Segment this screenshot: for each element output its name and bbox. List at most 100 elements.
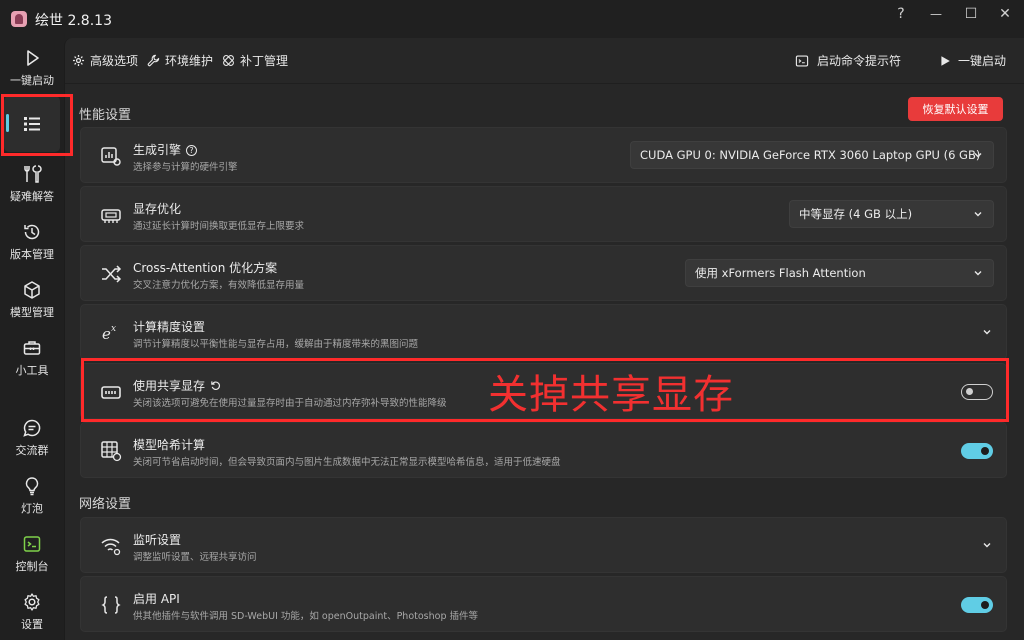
toolbox-icon <box>23 341 41 355</box>
sidebar-item-label: 小工具 <box>15 364 49 377</box>
engine-select[interactable]: CUDA GPU 0: NVIDIA GeForce RTX 3060 Lapt… <box>630 141 994 169</box>
vram-setting-card: 显存优化 通过延长计算时间换取更低显存上限要求 中等显存 (4 GB 以上) <box>80 186 1007 242</box>
chat-icon <box>23 419 41 437</box>
reset-defaults-button[interactable]: 恢复默认设置 <box>908 97 1003 121</box>
sidebar-item-label: 版本管理 <box>10 248 54 261</box>
sidebar-item-community[interactable]: 交流群 <box>0 408 64 462</box>
one-click-launch-button[interactable]: 一键启动 <box>939 52 1006 69</box>
precision-title: 计算精度设置 <box>133 320 206 334</box>
wrench-icon <box>147 54 160 67</box>
sidebar-item-label: 交流群 <box>15 444 49 457</box>
svg-text:e: e <box>102 325 111 343</box>
performance-section-title: 性能设置 <box>79 108 132 123</box>
cross-attention-desc: 交叉注意力优化方案，有效降低显存用量 <box>133 280 305 291</box>
model-hash-toggle[interactable] <box>961 443 993 459</box>
history-icon <box>24 224 40 240</box>
listen-desc: 调整监听设置、远程共享访问 <box>133 552 257 563</box>
play-icon <box>27 50 39 66</box>
precision-card[interactable]: ex 计算精度设置 调节计算精度以平衡性能与显存占用，缓解由于精度带来的黑图问题 <box>80 304 1007 360</box>
api-card: 启用 API 供其他插件与软件调用 SD-WebUI 功能，如 openOutp… <box>80 576 1007 632</box>
tools-icon <box>24 165 42 183</box>
close-button[interactable]: ✕ <box>988 0 1022 28</box>
cross-attention-select-value: 使用 xFormers Flash Attention <box>695 266 866 280</box>
highlight-box-sidebar <box>1 94 73 156</box>
toggle-knob <box>981 601 989 609</box>
network-section-title: 网络设置 <box>79 497 132 512</box>
api-desc: 供其他插件与软件调用 SD-WebUI 功能，如 openOutpaint、Ph… <box>133 611 479 622</box>
sidebar-item-label: 一键启动 <box>10 74 54 87</box>
sidebar-item-version[interactable]: 版本管理 <box>0 212 64 266</box>
cross-attention-card: Cross-Attention 优化方案 交叉注意力优化方案，有效降低显存用量 … <box>80 245 1007 301</box>
svg-text:x: x <box>111 324 116 334</box>
vram-desc: 通过延长计算时间换取更低显存上限要求 <box>133 221 305 232</box>
sidebar-item-label: 模型管理 <box>10 306 54 319</box>
annotation-text: 关掉共享显存 <box>488 372 734 418</box>
cube-icon <box>24 281 40 299</box>
cmd-prompt-button[interactable]: 启动命令提示符 <box>795 52 901 69</box>
main-content: 高级选项 环境维护 补丁管理 启动命令提示符 一键启动 性能设置 恢复默认设置 … <box>64 38 1024 640</box>
terminal-icon <box>795 55 809 66</box>
one-click-label: 一键启动 <box>958 54 1007 68</box>
model-hash-title: 模型哈希计算 <box>133 438 206 452</box>
sidebar-item-console[interactable]: 控制台 <box>0 524 64 578</box>
model-hash-desc: 关闭可节省启动时间，但会导致页面内与图片生成数据中无法正常显示模型哈希信息，适用… <box>133 457 561 468</box>
bandage-icon <box>223 55 234 66</box>
title-bar: 绘世 2.8.13 ? — ☐ ✕ <box>0 0 1024 38</box>
gear-icon <box>72 54 85 67</box>
table-hash-icon <box>101 441 122 462</box>
tab-environment[interactable]: 环境维护 <box>147 52 213 69</box>
tab-label: 高级选项 <box>90 54 139 68</box>
tab-label: 环境维护 <box>165 54 214 68</box>
braces-icon <box>101 596 121 614</box>
cross-attention-title: Cross-Attention 优化方案 <box>133 261 278 275</box>
chevron-down-icon <box>974 153 982 158</box>
gear-icon <box>24 593 40 611</box>
chevron-down-icon <box>974 271 982 276</box>
sidebar-item-label: 疑难解答 <box>10 190 54 203</box>
terminal-icon <box>23 536 41 552</box>
toggle-knob <box>981 447 989 455</box>
sidebar-item-label: 设置 <box>21 618 43 631</box>
engine-setting-card: 生成引擎? 选择参与计算的硬件引擎 CUDA GPU 0: NVIDIA GeF… <box>80 127 1007 183</box>
memory-chip-icon <box>101 209 121 223</box>
precision-desc: 调节计算精度以平衡性能与显存占用，缓解由于精度带来的黑图问题 <box>133 339 419 350</box>
shuffle-icon <box>102 265 122 283</box>
cross-attention-select[interactable]: 使用 xFormers Flash Attention <box>685 259 994 287</box>
sidebar-item-label: 灯泡 <box>21 502 43 515</box>
api-title: 启用 API <box>133 592 180 606</box>
chart-chip-icon <box>101 147 121 166</box>
sidebar-item-troubleshoot[interactable]: 疑难解答 <box>0 154 64 208</box>
sidebar-item-launch[interactable]: 一键启动 <box>0 38 64 92</box>
vram-select[interactable]: 中等显存 (4 GB 以上) <box>789 200 994 228</box>
tab-patch[interactable]: 补丁管理 <box>222 52 288 69</box>
listen-settings-card[interactable]: 监听设置 调整监听设置、远程共享访问 <box>80 517 1007 573</box>
listen-title: 监听设置 <box>133 533 182 547</box>
sidebar-item-bulb[interactable]: 灯泡 <box>0 466 64 520</box>
engine-title: 生成引擎? <box>133 141 198 158</box>
lightbulb-icon <box>25 477 39 496</box>
chevron-down-icon[interactable] <box>982 327 992 337</box>
api-toggle[interactable] <box>961 597 993 613</box>
minimize-button[interactable]: — <box>919 0 953 28</box>
sidebar-item-tools[interactable]: 小工具 <box>0 328 64 382</box>
vram-title: 显存优化 <box>133 202 182 216</box>
model-hash-card: 模型哈希计算 关闭可节省启动时间，但会导致页面内与图片生成数据中无法正常显示模型… <box>80 422 1007 478</box>
sidebar-item-models[interactable]: 模型管理 <box>0 270 64 324</box>
play-icon <box>941 55 950 66</box>
cmd-prompt-label: 启动命令提示符 <box>817 54 902 68</box>
app-logo <box>11 11 27 27</box>
engine-desc: 选择参与计算的硬件引擎 <box>133 162 238 173</box>
help-circle-icon[interactable]: ? <box>186 145 198 156</box>
vram-select-value: 中等显存 (4 GB 以上) <box>799 207 913 221</box>
tab-advanced[interactable]: 高级选项 <box>72 52 138 69</box>
tab-bar: 高级选项 环境维护 补丁管理 启动命令提示符 一键启动 <box>65 38 1024 84</box>
maximize-button[interactable]: ☐ <box>954 0 988 28</box>
chevron-down-icon[interactable] <box>982 540 992 550</box>
sidebar-item-settings[interactable]: 设置 <box>0 582 64 636</box>
engine-select-value: CUDA GPU 0: NVIDIA GeForce RTX 3060 Lapt… <box>640 148 981 162</box>
help-button[interactable]: ? <box>884 0 918 28</box>
exponent-icon: ex <box>102 324 116 343</box>
tab-label: 补丁管理 <box>240 54 289 68</box>
chevron-down-icon <box>974 212 982 217</box>
app-title: 绘世 2.8.13 <box>35 13 112 29</box>
